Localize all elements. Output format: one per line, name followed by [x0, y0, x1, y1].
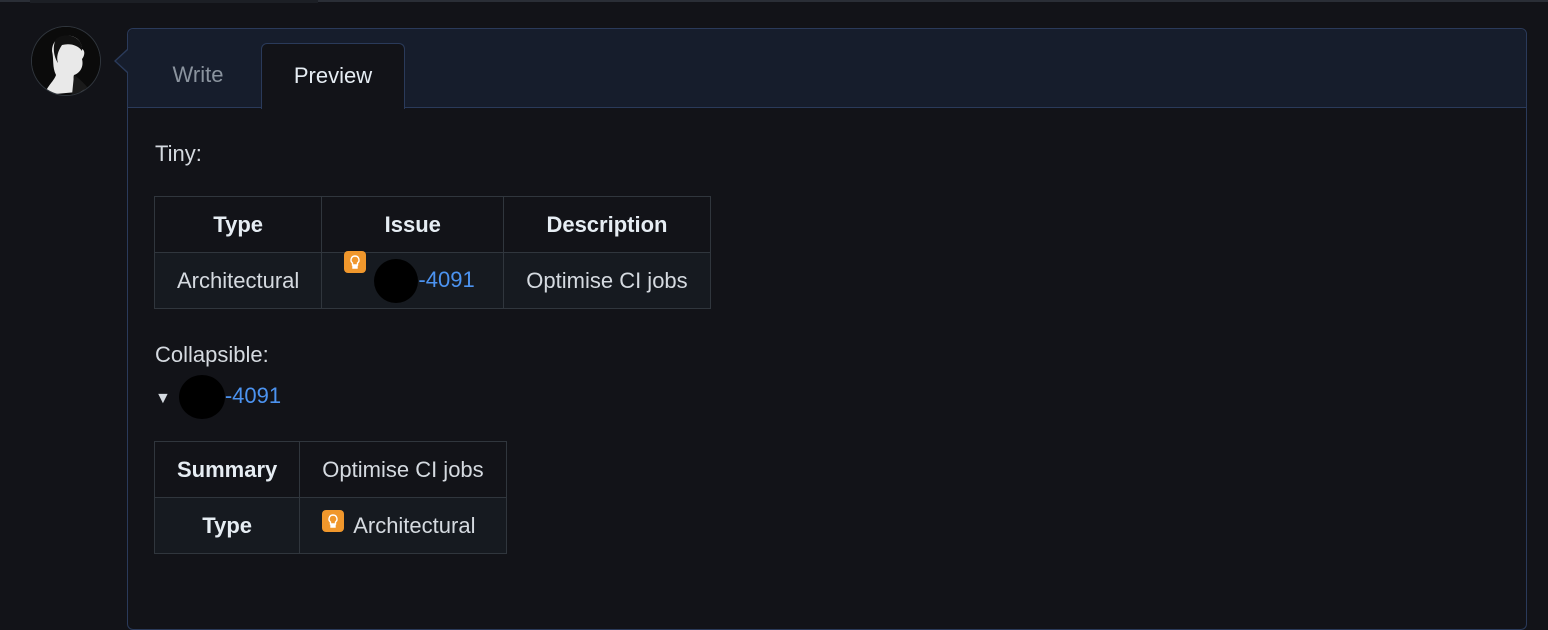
row-header-summary: Summary — [153, 441, 301, 498]
top-divider-accent — [30, 0, 318, 3]
comment-editor: Write Preview Tiny: Type Issue Descripti… — [127, 28, 1527, 630]
table-row: Architectural -4091 Optimise CI jobs — [153, 250, 711, 309]
tiny-table: Type Issue Description Architectural -40… — [153, 196, 711, 309]
collapsible-label: Collapsible: — [155, 342, 269, 367]
issue-link[interactable]: -4091 — [418, 266, 474, 291]
cell-summary: Optimise CI jobs — [299, 441, 507, 498]
tiny-label: Tiny: — [155, 141, 202, 166]
collapsible-summary[interactable]: ▼ -4091 — [155, 374, 281, 420]
details-table: Summary Optimise CI jobs Type Architectu… — [153, 441, 507, 554]
lightbulb-icon — [322, 509, 345, 532]
cell-type: Architectural — [299, 497, 507, 554]
comment-pointer-fill — [116, 50, 128, 72]
table-row: Summary Optimise CI jobs — [153, 441, 507, 498]
redacted-issue-key — [178, 375, 225, 420]
table-header-row: Type Issue Description — [153, 196, 711, 253]
cell-description: Optimise CI jobs — [503, 252, 711, 309]
avatar[interactable] — [32, 27, 100, 95]
avatar-portrait-icon — [32, 27, 100, 95]
cell-issue: -4091 — [321, 250, 505, 309]
column-header-issue: Issue — [321, 196, 505, 253]
disclosure-triangle-icon[interactable]: ▼ — [155, 390, 171, 407]
top-divider — [0, 0, 1548, 3]
row-header-type: Type — [153, 497, 301, 554]
cell-type: Architectural — [153, 252, 323, 309]
column-header-description: Description — [503, 196, 711, 253]
collapsible-issue-link[interactable]: -4091 — [225, 383, 281, 408]
column-header-type: Type — [153, 196, 323, 253]
editor-tabbar: Write Preview — [128, 29, 1526, 109]
lightbulb-icon — [344, 250, 367, 273]
redacted-issue-key — [374, 258, 419, 303]
cell-type-value: Architectural — [353, 512, 476, 538]
table-row: Type Architectural — [153, 497, 507, 554]
tab-write[interactable]: Write — [148, 43, 248, 107]
tab-preview[interactable]: Preview — [261, 43, 405, 109]
